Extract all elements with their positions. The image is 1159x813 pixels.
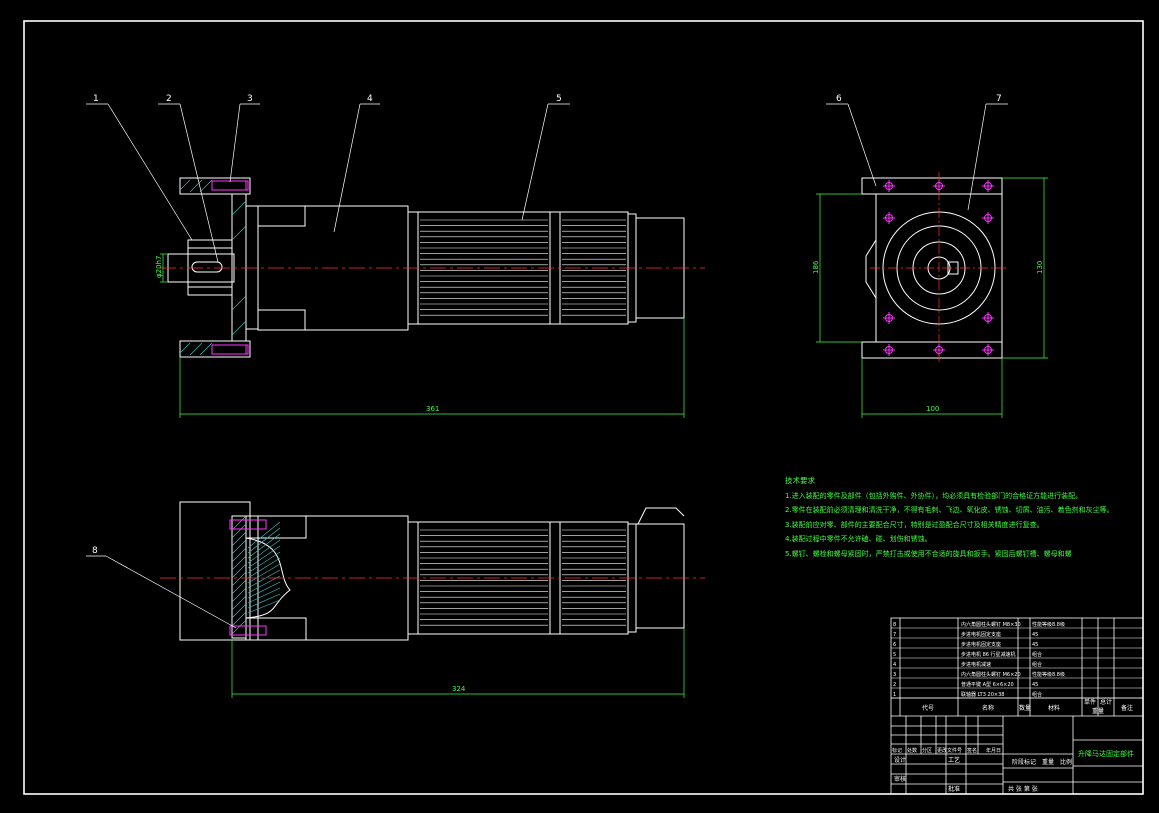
balloon-3: 3 bbox=[247, 94, 253, 104]
tb-process-label: 工艺 bbox=[948, 756, 960, 764]
technical-requirements: 技术要求 1.进入装配的零件及部件（包括外购件、外协件），均必须具有检验部门的合… bbox=[785, 474, 1114, 561]
rev-header: 更改文件号 bbox=[937, 747, 962, 754]
bom-cell-name: 步进电机固定支座 bbox=[961, 631, 1001, 638]
balloon-8: 8 bbox=[92, 546, 98, 556]
bom-cell-name: 内六角圆柱头螺钉 M8×30 bbox=[961, 621, 1021, 628]
bom-cell-no: 3 bbox=[893, 672, 896, 678]
bom-cell-name: 步进电机固定支座 bbox=[961, 641, 1001, 648]
bom-cell-mat: 组合 bbox=[1032, 651, 1042, 658]
rev-header: 签名 bbox=[967, 747, 977, 754]
tb-approve-label: 批准 bbox=[948, 785, 960, 793]
bom-cell-mat: 45 bbox=[1032, 682, 1038, 688]
rev-header: 年月日 bbox=[986, 747, 1001, 754]
bom-cell-mat: 性能等级8.8级 bbox=[1032, 671, 1065, 678]
tb-stage-label: 阶段标记 bbox=[1012, 758, 1036, 766]
tb-scale-label: 比例 bbox=[1060, 758, 1072, 766]
bom-cell-no: 6 bbox=[893, 642, 896, 648]
tb-header-code: 代号 bbox=[922, 704, 934, 712]
dim-bottom-length-text: 324 bbox=[452, 685, 466, 693]
dim-shaft-text: φ20h7 bbox=[155, 256, 163, 278]
note-item-5: 5.螺钉、螺栓和螺母紧固时，严禁打击或使用不合适的旋具和扳手。紧固后螺钉槽、螺母… bbox=[785, 549, 1072, 558]
bom-cell-name: 步进电机 86 行星减速机 bbox=[961, 651, 1016, 658]
dim-side-left-text: 186 bbox=[812, 260, 820, 274]
dim-side-right-text: 130 bbox=[1036, 261, 1044, 274]
notes-title: 技术要求 bbox=[785, 476, 815, 485]
rev-header: 标记 bbox=[892, 747, 902, 754]
balloon-2: 2 bbox=[166, 94, 172, 104]
dim-top-length-text: 361 bbox=[426, 405, 439, 413]
dim-side-width-text: 100 bbox=[926, 405, 939, 413]
tb-header-weight: 重量 bbox=[1092, 707, 1104, 715]
balloon-1: 1 bbox=[93, 94, 99, 104]
note-item-4: 4.装配过程中零件不允许磕、碰、划伤和锈蚀。 bbox=[785, 535, 932, 543]
bom-cell-no: 5 bbox=[893, 652, 896, 658]
cad-drawing: 361 φ20h7 1 2 3 4 5 6 7 186 130 100 324 … bbox=[0, 0, 1159, 813]
bom-cell-no: 7 bbox=[893, 632, 896, 638]
bom-cell-name: 内六角圆柱头螺钉 M6×20 bbox=[961, 671, 1021, 678]
note-item-2: 2.零件在装配前必须清理和清洗干净，不得有毛刺、飞边、氧化皮、锈蚀、切屑、油污、… bbox=[785, 506, 1114, 514]
bom-cell-name: 联轴器 LT3 20×38 bbox=[961, 691, 1004, 698]
rev-header: 处数 bbox=[907, 747, 917, 754]
tb-header-qty: 数量 bbox=[1019, 704, 1031, 712]
rev-header: 分区 bbox=[922, 747, 932, 754]
bom-cell-mat: 组合 bbox=[1032, 691, 1042, 698]
tb-sheet-text: 共 张 第 张 bbox=[1008, 785, 1038, 793]
bom-cell-no: 4 bbox=[893, 662, 896, 668]
tb-review-label: 审核 bbox=[894, 775, 906, 783]
balloon-6: 6 bbox=[836, 94, 842, 104]
bom-cell-no: 2 bbox=[893, 682, 896, 688]
note-item-1: 1.进入装配的零件及部件（包括外购件、外协件），均必须具有检验部门的合格证方能进… bbox=[785, 491, 1083, 500]
tb-header-name: 名称 bbox=[982, 704, 994, 712]
note-item-3: 3.装配前应对零、部件的主要配合尺寸，特别是过盈配合尺寸及相关精度进行复查。 bbox=[785, 520, 1044, 529]
balloon-4: 4 bbox=[367, 94, 373, 104]
balloon-5: 5 bbox=[556, 94, 562, 104]
bom-cell-name: 步进电机减速 bbox=[961, 661, 991, 668]
bom-cell-no: 8 bbox=[893, 622, 896, 628]
bom-cell-mat: 45 bbox=[1032, 642, 1038, 648]
tb-header-single: 单件 bbox=[1084, 698, 1096, 706]
bom-cell-mat: 性能等级8.8级 bbox=[1032, 621, 1065, 628]
tb-header-remark: 备注 bbox=[1121, 704, 1133, 712]
tb-drawing-title: 升降马达固定部件 bbox=[1078, 749, 1134, 758]
balloon-7: 7 bbox=[996, 94, 1002, 104]
bom-cell-mat: 45 bbox=[1032, 632, 1038, 638]
tb-header-material: 材料 bbox=[1048, 704, 1060, 712]
bom-cell-name: 普通平键 A型 6×6×20 bbox=[961, 681, 1014, 688]
tb-designer-label: 设计 bbox=[894, 756, 906, 764]
bom-cell-no: 1 bbox=[893, 692, 896, 698]
bom-cell-mat: 组合 bbox=[1032, 661, 1042, 668]
tb-weight-label: 重量 bbox=[1042, 758, 1054, 766]
tb-header-total: 总计 bbox=[1100, 698, 1112, 706]
